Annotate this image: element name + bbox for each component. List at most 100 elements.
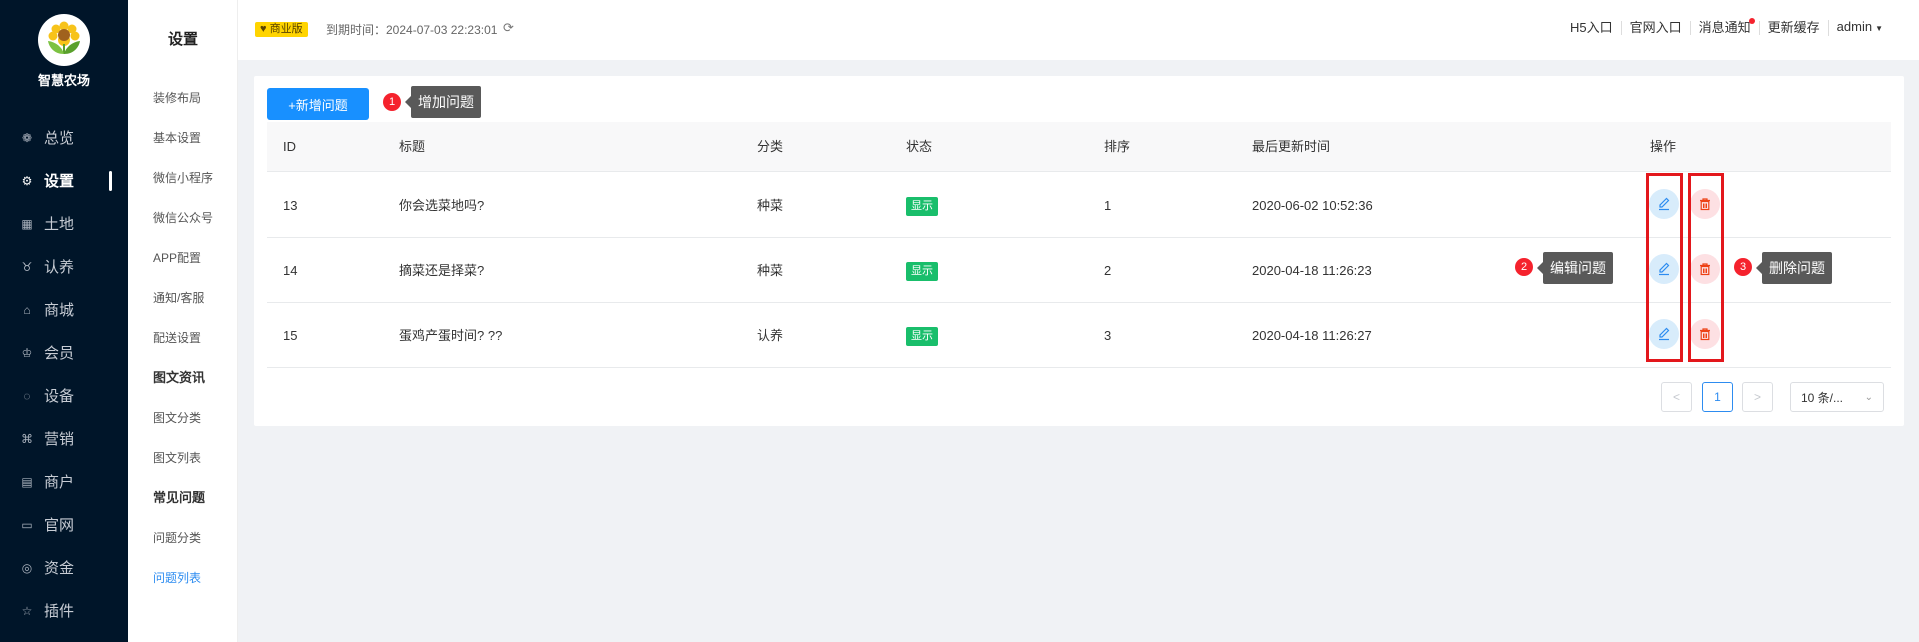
cell-id: 13 (283, 198, 298, 213)
website-icon: ▭ (21, 517, 33, 532)
sub-menu-group: 图文资讯 (153, 370, 206, 385)
nav-item[interactable]: ◎ 资金 (0, 546, 128, 589)
funds-icon: ◎ (21, 560, 33, 575)
sunflower-logo-icon (39, 15, 89, 65)
chevron-down-icon: ⌄ (1864, 391, 1873, 403)
cell-category: 种菜 (757, 263, 784, 278)
sub-menu-group: 常见问题 (153, 490, 206, 505)
sub-menu-item[interactable]: 问题列表 (128, 558, 238, 598)
sub-menu-item[interactable]: 微信公众号 (128, 198, 238, 238)
h5-entry-link[interactable]: H5入口 (1562, 21, 1621, 35)
nav-item-label: 设备 (44, 388, 75, 405)
nav-item-label: 营销 (44, 431, 75, 448)
device-icon: ◌ (23, 388, 31, 403)
marketing-icon: ⌘ (21, 431, 33, 446)
sub-menu-item[interactable]: 通知/客服 (128, 278, 238, 318)
cell-category: 认养 (757, 328, 784, 343)
sub-menu-item[interactable]: 装修布局 (128, 78, 238, 118)
nav-item[interactable]: ▦ 土地 (0, 202, 128, 245)
cell-updated-time: 2020-04-18 11:26:27 (1252, 328, 1372, 343)
delete-column-highlight (1688, 173, 1724, 362)
sub-menu-title: 设置 (167, 31, 198, 48)
sub-menu-list: 装修布局 基本设置 微信小程序 微信公众号 APP配置 通知/客服 配送设置图文资讯图文分类… (128, 78, 238, 598)
column-header: 状态 (906, 139, 933, 154)
cell-updated-time: 2020-04-18 11:26:23 (1252, 263, 1372, 278)
land-icon: ▦ (21, 216, 33, 231)
plugin-icon: ☆ (21, 603, 33, 618)
status-badge: 显示 (906, 262, 938, 281)
nav-item[interactable]: ▭ 官网 (0, 503, 128, 546)
next-page-button[interactable]: > (1742, 382, 1773, 412)
nav-item[interactable]: ◌ 设备 (0, 374, 128, 417)
prev-page-button[interactable]: < (1661, 382, 1692, 412)
annotation-badge: 1 (383, 93, 401, 111)
cell-title: 摘菜还是择菜? (399, 263, 485, 278)
caret-down-icon: ▼ (1875, 24, 1883, 33)
expire-time: 到期时间：2024-07-03 22:23:01 (326, 23, 498, 37)
nav-item[interactable]: ☆ 插件 (0, 589, 128, 632)
status-badge: 显示 (906, 327, 938, 346)
nav-item-label: 设置 (44, 173, 75, 190)
page-size-value: 10 条/... (1801, 390, 1844, 405)
nav-item-label: 商城 (44, 302, 75, 319)
nav-item-label: 会员 (44, 345, 75, 362)
cell-sort: 1 (1104, 198, 1112, 213)
nav-item-label: 插件 (44, 603, 75, 620)
cell-title: 蛋鸡产蛋时间? ?? (399, 328, 503, 343)
cell-sort: 2 (1104, 263, 1112, 278)
dashboard-icon: ❁ (21, 130, 33, 145)
annotation-badge: 3 (1734, 258, 1752, 276)
cell-id: 14 (283, 263, 298, 278)
refresh-cache-link[interactable]: 更新缓存 (1758, 21, 1828, 35)
nav-item-label: 官网 (44, 517, 75, 534)
nav-item-label: 总览 (44, 130, 75, 147)
website-entry-link[interactable]: 官网入口 (1620, 21, 1690, 35)
nav-item[interactable]: ⌘ 营销 (0, 417, 128, 460)
column-header: 分类 (757, 139, 784, 154)
refresh-icon[interactable]: ⟳ (503, 20, 514, 36)
member-icon: ♔ (21, 345, 33, 360)
settings-icon: ⚙ (21, 173, 33, 188)
add-question-callout: 增加问题 (405, 86, 481, 118)
add-question-button[interactable]: +新增问题 (267, 88, 369, 120)
sub-menu-item[interactable]: 图文分类 (128, 398, 238, 438)
nav-item-label: 资金 (44, 560, 75, 577)
sub-menu-item[interactable]: 基本设置 (128, 118, 238, 158)
nav-item[interactable]: ⌂ 商城 (0, 288, 128, 331)
nav-item[interactable]: ♉ 认养 (0, 245, 128, 288)
notification-link[interactable]: 消息通知 (1689, 18, 1759, 35)
user-menu[interactable]: admin ▼ (1827, 19, 1891, 36)
sub-menu-item[interactable]: 图文列表 (128, 438, 238, 478)
column-header: 排序 (1104, 139, 1131, 154)
notification-label: 消息通知 (1698, 20, 1751, 35)
edit-question-callout: 编辑问题 (1537, 252, 1613, 284)
page-1-button[interactable]: 1 (1702, 382, 1733, 412)
sub-menu-item[interactable]: APP配置 (128, 238, 238, 278)
sub-menu-item[interactable]: 问题分类 (128, 518, 238, 558)
top-header: ♥ 商业版 到期时间：2024-07-03 22:23:01 ⟳ H5入口 官网… (238, 0, 1919, 60)
nav-item[interactable]: ▤ 商户 (0, 460, 128, 503)
table-header: ID 标题 分类 状态 排序 最后更新时间 操作 (267, 122, 1891, 172)
sub-menu-item[interactable]: 微信小程序 (128, 158, 238, 198)
cell-category: 种菜 (757, 198, 784, 213)
main-nav: 智慧农场 ❁ 总览 ⚙ 设置 ▦ 土地 ♉ 认养 ⌂ 商城 ♔ 会员 ◌ 设备 ⌘ 营销 ▤ 商户 ▭ 官网 ◎ 资金 ☆ 插… (0, 0, 128, 642)
status-badge: 显示 (906, 197, 938, 216)
nav-item-label: 商户 (44, 474, 75, 491)
merchant-icon: ▤ (21, 474, 33, 489)
user-name: admin (1836, 19, 1873, 34)
cell-sort: 3 (1104, 328, 1112, 343)
nav-item[interactable]: ♔ 会员 (0, 331, 128, 374)
mall-icon: ⌂ (23, 302, 31, 317)
nav-item-label: 土地 (44, 216, 75, 233)
delete-question-callout: 删除问题 (1756, 252, 1832, 284)
column-header: ID (283, 139, 296, 154)
sub-menu: 设置 装修布局 基本设置 微信小程序 微信公众号 APP配置 通知/客服 配送设置图文资讯图… (128, 0, 238, 642)
nav-item[interactable]: ⚙ 设置 (0, 159, 128, 202)
brand-name: 智慧农场 (37, 73, 90, 88)
sub-menu-item[interactable]: 配送设置 (128, 318, 238, 358)
nav-item[interactable]: ❁ 总览 (0, 116, 128, 159)
page-size-select[interactable]: 10 条/... ⌄ (1790, 382, 1884, 412)
logo[interactable] (38, 14, 90, 66)
edition-badge: ♥ 商业版 (255, 22, 308, 37)
cell-updated-time: 2020-06-02 10:52:36 (1252, 198, 1373, 213)
